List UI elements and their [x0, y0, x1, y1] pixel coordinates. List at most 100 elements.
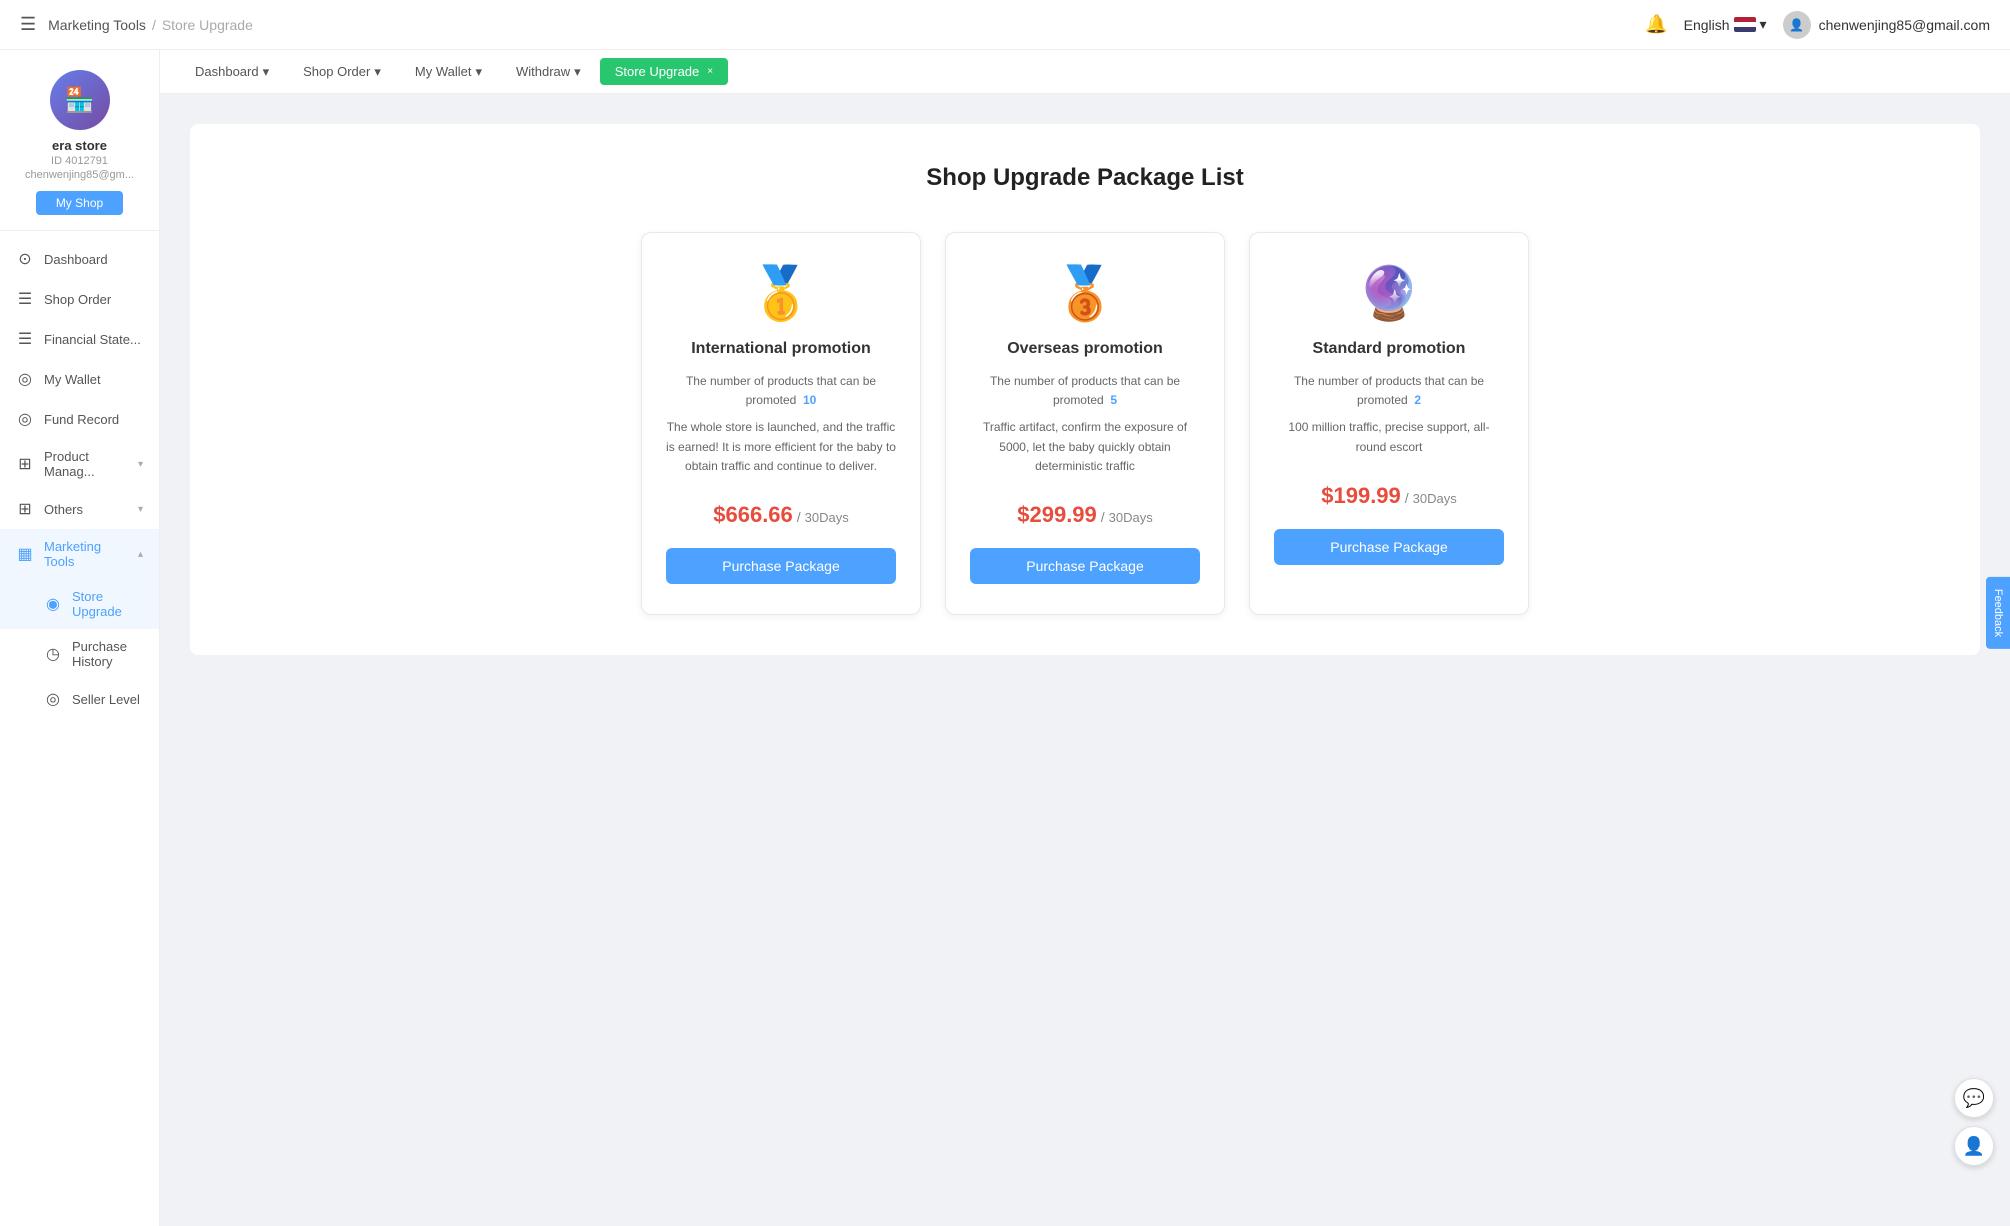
price-period-overseas: 30Days [1109, 510, 1153, 525]
store-upgrade-icon: ◉ [44, 594, 62, 614]
product-icon: ⊞ [16, 454, 34, 474]
user-fab-button[interactable]: 👤 [1954, 1126, 1994, 1166]
package-icon-overseas: 🥉 [1053, 263, 1118, 324]
financial-icon: ☰ [16, 329, 34, 349]
package-price-international: $666.66 [713, 502, 793, 528]
tab-label: Dashboard [195, 64, 259, 79]
notification-bell-icon[interactable]: 🔔 [1645, 14, 1667, 35]
package-icon-standard: 🔮 [1357, 263, 1422, 324]
user-email: chenwenjing85@gmail.com [1819, 17, 1990, 33]
marketing-submenu: ◉ Store Upgrade ◷ Purchase History ◎ Sel… [0, 579, 159, 719]
breadcrumb-home[interactable]: Marketing Tools [48, 17, 146, 33]
others-icon: ⊞ [16, 499, 34, 519]
avatar-image: 🏪 [65, 86, 95, 115]
user-info[interactable]: 👤 chenwenjing85@gmail.com [1783, 11, 1990, 39]
tab-arrow-icon: ▾ [574, 64, 581, 80]
tab-label: Store Upgrade [615, 64, 700, 79]
tab-label: My Wallet [415, 64, 472, 79]
page-title: Shop Upgrade Package List [220, 164, 1950, 192]
sidebar-item-my-wallet[interactable]: ◎ My Wallet [0, 359, 159, 399]
sidebar-profile: 🏪 era store ID 4012791 chenwenjing85@gm.… [0, 50, 159, 231]
store-email: chenwenjing85@gm... [25, 169, 134, 181]
price-sep-icon: / [1101, 509, 1105, 525]
package-desc-1-standard: The number of products that can be promo… [1274, 372, 1504, 410]
sidebar-item-store-upgrade[interactable]: ◉ Store Upgrade [0, 579, 159, 629]
expand-arrow-icon: ▾ [138, 504, 143, 515]
package-desc-2-standard: 100 million traffic, precise support, al… [1274, 418, 1504, 456]
sidebar-item-label: My Wallet [44, 372, 101, 387]
tab-label: Withdraw [516, 64, 570, 79]
layout: 🏪 era store ID 4012791 chenwenjing85@gm.… [0, 50, 2010, 1226]
sidebar-item-marketing-tools[interactable]: ▦ Marketing Tools ▴ [0, 529, 159, 579]
purchase-btn-overseas[interactable]: Purchase Package [970, 548, 1200, 584]
package-name-standard: Standard promotion [1313, 340, 1466, 358]
sidebar-item-fund-record[interactable]: ◎ Fund Record [0, 399, 159, 439]
header-left: ☰ Marketing Tools / Store Upgrade [20, 14, 253, 35]
promoted-count-international: 10 [803, 393, 816, 407]
dashboard-icon: ⊙ [16, 249, 34, 269]
main-content: Shop Upgrade Package List 🥇 Internationa… [160, 94, 2010, 1226]
page-container: Shop Upgrade Package List 🥇 Internationa… [190, 124, 1980, 655]
language-label: English [1684, 17, 1730, 33]
promoted-count-standard: 2 [1414, 393, 1421, 407]
package-card-international: 🥇 International promotion The number of … [641, 232, 921, 615]
sidebar-item-label: Marketing Tools [44, 539, 128, 569]
purchase-btn-standard[interactable]: Purchase Package [1274, 529, 1504, 565]
sidebar-item-label: Shop Order [44, 292, 111, 307]
store-name: era store [52, 138, 107, 153]
sidebar-item-label: Store Upgrade [72, 589, 143, 619]
my-shop-button[interactable]: My Shop [36, 191, 123, 215]
hamburger-icon[interactable]: ☰ [20, 14, 36, 35]
purchase-btn-international[interactable]: Purchase Package [666, 548, 896, 584]
sidebar-item-label: Product Manag... [44, 449, 128, 479]
sidebar-item-purchase-history[interactable]: ◷ Purchase History [0, 629, 159, 679]
promoted-count-overseas: 5 [1110, 393, 1117, 407]
package-icon-international: 🥇 [749, 263, 814, 324]
expand-arrow-icon: ▾ [138, 459, 143, 470]
sidebar-item-label: Fund Record [44, 412, 119, 427]
purchase-history-icon: ◷ [44, 644, 62, 664]
sub-nav: Dashboard ▾ Shop Order ▾ My Wallet ▾ Wit… [160, 50, 2010, 94]
tab-dashboard[interactable]: Dashboard ▾ [180, 58, 284, 86]
collapse-arrow-icon: ▴ [138, 549, 143, 560]
package-desc-1-international: The number of products that can be promo… [666, 372, 896, 410]
seller-level-icon: ◎ [44, 689, 62, 709]
packages-grid: 🥇 International promotion The number of … [220, 232, 1950, 615]
package-card-overseas: 🥉 Overseas promotion The number of produ… [945, 232, 1225, 615]
tab-my-wallet[interactable]: My Wallet ▾ [400, 58, 497, 86]
sidebar-item-product-manage[interactable]: ⊞ Product Manag... ▾ [0, 439, 159, 489]
sidebar-menu: ⊙ Dashboard ☰ Shop Order ☰ Financial Sta… [0, 231, 159, 727]
tab-withdraw[interactable]: Withdraw ▾ [501, 58, 596, 86]
tab-arrow-icon: ▾ [263, 64, 270, 80]
package-card-standard: 🔮 Standard promotion The number of produ… [1249, 232, 1529, 615]
flag-icon [1734, 17, 1756, 32]
tab-arrow-icon: ▾ [374, 64, 381, 80]
sidebar-item-financial-state[interactable]: ☰ Financial State... [0, 319, 159, 359]
tab-arrow-icon: ▾ [475, 64, 482, 80]
marketing-icon: ▦ [16, 544, 34, 564]
language-selector[interactable]: English ▾ [1684, 16, 1767, 33]
sidebar-item-dashboard[interactable]: ⊙ Dashboard [0, 239, 159, 279]
fund-icon: ◎ [16, 409, 34, 429]
chat-fab-button[interactable]: 💬 [1954, 1078, 1994, 1118]
header-right: 🔔 English ▾ 👤 chenwenjing85@gmail.com [1645, 11, 1990, 39]
avatar: 🏪 [50, 70, 110, 130]
price-period-standard: 30Days [1413, 491, 1457, 506]
tab-label: Shop Order [303, 64, 370, 79]
price-sep-icon: / [797, 509, 801, 525]
sidebar-item-shop-order[interactable]: ☰ Shop Order [0, 279, 159, 319]
tab-close-icon[interactable]: × [707, 66, 713, 77]
tab-shop-order[interactable]: Shop Order ▾ [288, 58, 396, 86]
sidebar-item-others[interactable]: ⊞ Others ▾ [0, 489, 159, 529]
package-desc-1-overseas: The number of products that can be promo… [970, 372, 1200, 410]
sidebar-item-label: Purchase History [72, 639, 143, 669]
sidebar-item-label: Seller Level [72, 692, 140, 707]
sidebar: 🏪 era store ID 4012791 chenwenjing85@gm.… [0, 50, 160, 1226]
top-header: ☰ Marketing Tools / Store Upgrade 🔔 Engl… [0, 0, 2010, 50]
package-price-standard: $199.99 [1321, 483, 1401, 509]
tab-store-upgrade[interactable]: Store Upgrade × [600, 58, 728, 85]
sidebar-item-seller-level[interactable]: ◎ Seller Level [0, 679, 159, 719]
feedback-hint[interactable]: Feedback [1986, 577, 2010, 649]
lang-dropdown-icon: ▾ [1760, 16, 1767, 33]
floating-actions: 💬 👤 [1954, 1078, 1994, 1166]
